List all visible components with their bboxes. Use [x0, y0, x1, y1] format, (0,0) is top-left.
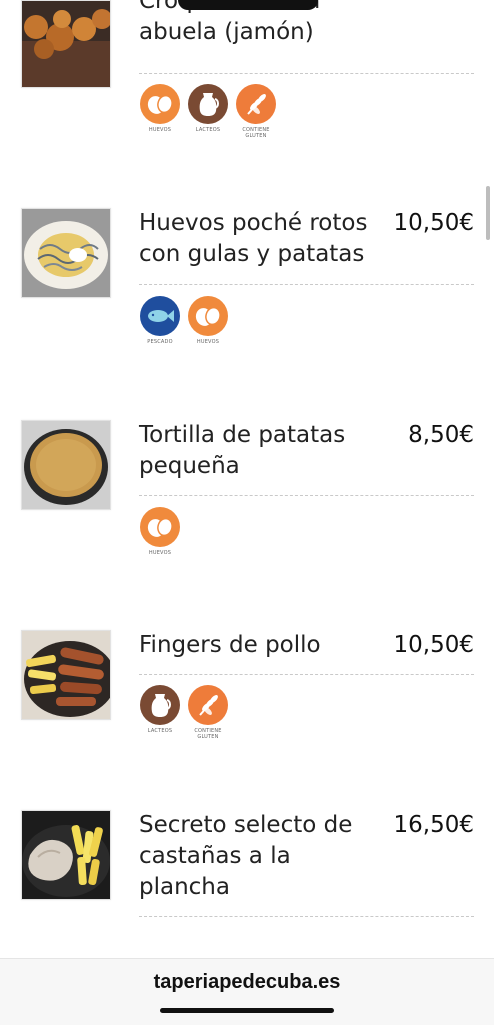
- dish-photo: [21, 0, 111, 88]
- menu-item-secreto[interactable]: Secreto selecto de castañas a la plancha…: [0, 810, 494, 930]
- home-indicator[interactable]: [160, 1008, 334, 1013]
- separator: [139, 495, 474, 496]
- separator: [139, 916, 474, 917]
- wheat-icon: [188, 685, 228, 725]
- allergen-list: HUEVOS: [139, 507, 181, 556]
- allergen-milk: LACTEOS: [187, 84, 229, 139]
- separator: [139, 674, 474, 675]
- menu-item-fingers-pollo[interactable]: Fingers de pollo 10,50€ LACTEOS CONTIENE…: [0, 630, 494, 760]
- eggs-icon: [188, 296, 228, 336]
- milk-jug-icon: [188, 84, 228, 124]
- dish-title: Fingers de pollo: [139, 632, 321, 658]
- wheat-icon: [236, 84, 276, 124]
- allergen-fish: PESCADO: [139, 296, 181, 345]
- menu-item-tortilla[interactable]: Tortilla de patatas pequeña 8,50€ HUEVOS: [0, 420, 494, 570]
- dish-price: 8,50€: [408, 422, 474, 448]
- site-url[interactable]: taperiapedecuba.es: [0, 971, 494, 994]
- scrollbar[interactable]: [486, 186, 490, 240]
- allergen-list: PESCADO HUEVOS: [139, 296, 229, 345]
- dish-photo: [21, 810, 111, 900]
- dish-price: 10,50€: [393, 210, 474, 236]
- eggs-icon: [140, 84, 180, 124]
- separator: [139, 284, 474, 285]
- dish-photo: [21, 208, 111, 298]
- dish-photo: [21, 630, 111, 720]
- fish-icon: [140, 296, 180, 336]
- menu-item-huevos-poche[interactable]: Huevos poché rotos con gulas y patatas 1…: [0, 208, 494, 358]
- dish-title-line-2: abuela (jamón): [139, 19, 314, 45]
- dish-price: 16,50€: [393, 812, 474, 838]
- dish-title: Tortilla de patatas pequeña: [139, 422, 346, 479]
- allergen-list: HUEVOS LACTEOS CONTIENE GLUTEN: [139, 84, 277, 139]
- dish-title: Huevos poché rotos con gulas y patatas: [139, 210, 368, 267]
- allergen-gluten: CONTIENE GLUTEN: [235, 84, 277, 139]
- dish-title: Secreto selecto de castañas a la plancha: [139, 812, 353, 900]
- dish-photo: [21, 420, 111, 510]
- separator: [139, 73, 474, 74]
- device-notch: [178, 0, 318, 10]
- allergen-list: LACTEOS CONTIENE GLUTEN: [139, 685, 229, 740]
- allergen-eggs: HUEVOS: [139, 507, 181, 556]
- menu-item-croquetas[interactable]: Croquetas de la abuela (jamón) HUEVOS LA…: [0, 0, 494, 150]
- eggs-icon: [140, 507, 180, 547]
- allergen-eggs: HUEVOS: [187, 296, 229, 345]
- allergen-gluten: CONTIENE GLUTEN: [187, 685, 229, 740]
- browser-address-bar[interactable]: taperiapedecuba.es: [0, 958, 494, 1025]
- milk-jug-icon: [140, 685, 180, 725]
- dish-price: 10,50€: [393, 632, 474, 658]
- allergen-eggs: HUEVOS: [139, 84, 181, 139]
- allergen-milk: LACTEOS: [139, 685, 181, 740]
